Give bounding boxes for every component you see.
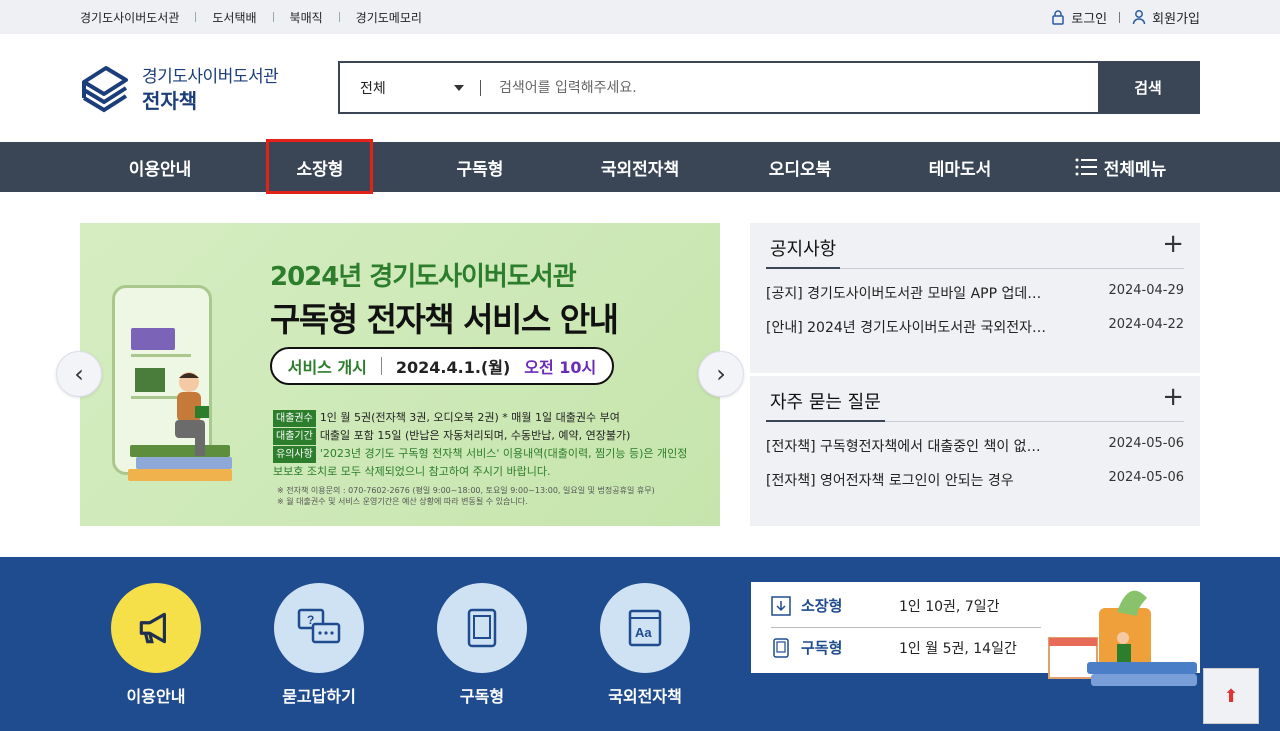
- nav-audiobook[interactable]: 오디오북: [720, 142, 880, 192]
- arrow-up-icon: ⬆: [1223, 685, 1239, 707]
- loan-policy-box: 소장형 1인 10권, 7일간 구독형 1인 월 5권, 14일간: [751, 582, 1200, 686]
- chevron-down-icon: [454, 84, 464, 91]
- join-link[interactable]: 회원가입: [1132, 8, 1200, 27]
- quick-guide[interactable]: 이용안내: [111, 583, 201, 707]
- lock-icon: [1051, 9, 1065, 25]
- banner-details: 대출권수 1인 월 5권(전자책 3권, 오디오북 2권) * 매월 1일 대출권…: [273, 410, 688, 478]
- search-bar: 전체 검색: [338, 61, 1200, 114]
- nav-all-menu[interactable]: 전체메뉴: [1040, 142, 1200, 192]
- book-stack-logo-icon: [80, 60, 130, 116]
- link-gyeonggi-memory[interactable]: 경기도메모리: [356, 9, 422, 26]
- login-label: 로그인: [1071, 11, 1108, 27]
- main-navigation: 이용안내 소장형 구독형 국외전자책 오디오북 테마도서 전체메뉴: [0, 142, 1280, 192]
- link-book-delivery[interactable]: 도서택배: [212, 9, 256, 26]
- reading-person-illustration: [175, 372, 209, 456]
- nav-foreign-ebook[interactable]: 국외전자책: [560, 142, 720, 192]
- nav-highlight-box: [266, 139, 373, 194]
- notice-item[interactable]: [안내] 2024년 경기도사이버도서관 국외전자… 2024-04-22: [766, 317, 1184, 337]
- svg-text:Aa: Aa: [635, 625, 652, 640]
- faq-panel: 자주 묻는 질문 + [전자책] 구독형전자책에서 대출중인 책이 없… 2024-…: [750, 376, 1200, 526]
- search-input[interactable]: [481, 63, 1098, 112]
- loan-row-owned: 소장형 1인 10권, 7일간: [771, 595, 1000, 616]
- menu-icon: [1074, 157, 1098, 177]
- tablet-icon: [437, 583, 527, 673]
- nav-theme-books[interactable]: 테마도서: [880, 142, 1040, 192]
- nav-subscription[interactable]: 구독형: [400, 142, 560, 192]
- banner-title-2: 구독형 전자책 서비스 안내: [270, 300, 619, 339]
- notice-title: 공지사항: [766, 235, 841, 269]
- banner-service-start: 서비스 개시 2024.4.1.(월) 오전 10시: [270, 347, 614, 385]
- scroll-top-button[interactable]: ⬆: [1203, 668, 1259, 724]
- search-category-value: 전체: [360, 80, 386, 97]
- search-category-select[interactable]: 전체: [340, 63, 480, 112]
- chevron-left-icon: ‹: [74, 360, 84, 388]
- banner-next-button[interactable]: ›: [698, 351, 744, 397]
- megaphone-icon: [111, 583, 201, 673]
- chevron-right-icon: ›: [716, 360, 726, 388]
- family-site-links: 경기도사이버도서관 도서택배 북매직 경기도메모리: [80, 0, 422, 34]
- nav-guide[interactable]: 이용안내: [80, 142, 240, 192]
- logo-title: 경기도사이버도서관: [142, 67, 279, 87]
- user-icon: [1132, 9, 1146, 25]
- search-button[interactable]: 검색: [1098, 63, 1198, 112]
- notice-panel: 공지사항 + [공지] 경기도사이버도서관 모바일 APP 업데… 2024-04-…: [750, 223, 1200, 373]
- all-menu-label: 전체메뉴: [1103, 159, 1167, 180]
- site-logo[interactable]: 경기도사이버도서관 전자책: [80, 60, 279, 116]
- join-label: 회원가입: [1152, 11, 1200, 27]
- login-link[interactable]: 로그인: [1051, 8, 1107, 27]
- link-book-magic[interactable]: 북매직: [290, 9, 323, 26]
- top-utility-bar: 경기도사이버도서관 도서택배 북매직 경기도메모리 로그인 회원가입: [0, 0, 1280, 34]
- quick-qna[interactable]: ? 묻고답하기: [274, 583, 364, 707]
- faq-item[interactable]: [전자책] 구독형전자책에서 대출중인 책이 없… 2024-05-06: [766, 436, 1184, 456]
- tablet-small-icon: [771, 637, 791, 658]
- link-cyber-library[interactable]: 경기도사이버도서관: [80, 9, 179, 26]
- notice-item[interactable]: [공지] 경기도사이버도서관 모바일 APP 업데… 2024-04-29: [766, 283, 1184, 303]
- faq-more-plus-icon[interactable]: +: [1162, 384, 1184, 410]
- quick-subscription[interactable]: 구독형: [437, 583, 527, 707]
- quick-foreign-ebook[interactable]: Aa 국외전자책: [600, 583, 690, 707]
- faq-item[interactable]: [전자책] 영어전자책 로그인이 안되는 경우 2024-05-06: [766, 470, 1184, 490]
- faq-title: 자주 묻는 질문: [766, 388, 885, 422]
- logo-subtitle: 전자책: [142, 89, 198, 113]
- notice-more-plus-icon[interactable]: +: [1162, 231, 1184, 257]
- banner-footnote: ※ 전자책 이용문의 : 070-7602-2676 (평일 9:00~18:0…: [277, 486, 655, 506]
- banner-title-1: 2024년 경기도사이버도서관: [270, 262, 577, 292]
- books-calendar-illustration: [1048, 590, 1197, 686]
- auth-links: 로그인 회원가입: [1051, 0, 1200, 34]
- loan-row-subscription: 구독형 1인 월 5권, 14일간: [771, 637, 1017, 658]
- banner-prev-button[interactable]: ‹: [56, 351, 102, 397]
- download-icon: [771, 595, 791, 616]
- chat-question-icon: ?: [274, 583, 364, 673]
- dictionary-aa-icon: Aa: [600, 583, 690, 673]
- main-banner-slide[interactable]: 2024년 경기도사이버도서관 구독형 전자책 서비스 안내 서비스 개시 20…: [80, 223, 720, 526]
